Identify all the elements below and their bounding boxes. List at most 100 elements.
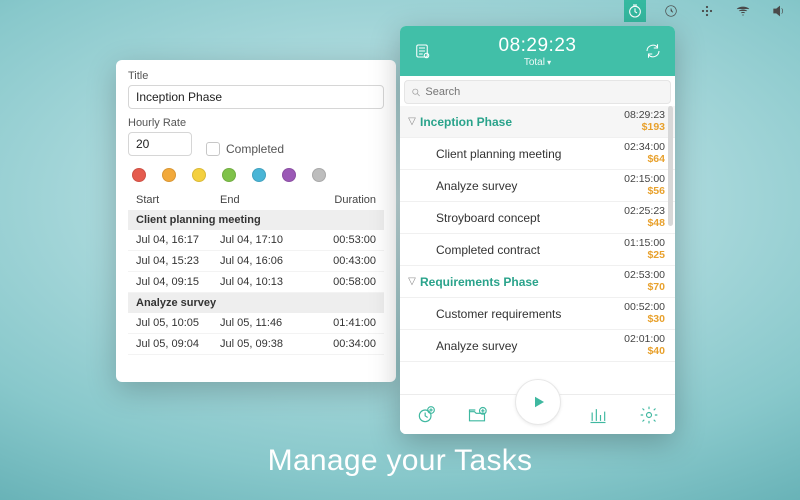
task-time: 00:52:00 <box>624 302 665 313</box>
session-list: Client planning meetingJul 04, 16:17Jul … <box>128 210 384 355</box>
session-duration: 00:53:00 <box>312 234 384 246</box>
task-row[interactable]: Analyze survey02:15:00$56 <box>400 170 675 202</box>
tasks-popover: 08:29:23 Total ▽Inception Phase08:29:23$… <box>400 26 675 434</box>
session-start: Jul 04, 09:15 <box>128 276 220 288</box>
session-row[interactable]: Jul 04, 15:23Jul 04, 16:0600:43:00 <box>128 251 384 272</box>
session-column-headers: Start End Duration <box>128 190 384 210</box>
task-amount: $25 <box>624 250 665 261</box>
task-amount: $48 <box>624 218 665 229</box>
session-end: Jul 04, 16:06 <box>220 255 312 267</box>
task-name: Analyze survey <box>418 339 624 353</box>
task-amount: $70 <box>624 282 665 293</box>
task-time: 02:34:00 <box>624 142 665 153</box>
session-group-header: Analyze survey <box>128 293 384 313</box>
menubar-wifi-icon[interactable] <box>732 0 754 22</box>
task-amount: $193 <box>624 122 665 133</box>
header-sync-button[interactable] <box>641 39 665 63</box>
color-swatch-row <box>128 168 384 182</box>
session-start: Jul 04, 16:17 <box>128 234 220 246</box>
popover-header: 08:29:23 Total <box>400 26 675 76</box>
chevron-down-icon: ▽ <box>406 276 418 287</box>
session-row[interactable]: Jul 04, 09:15Jul 04, 10:1300:58:00 <box>128 272 384 293</box>
task-row[interactable]: Customer requirements00:52:00$30 <box>400 298 675 330</box>
task-name: Analyze survey <box>418 179 624 193</box>
col-end: End <box>220 194 312 206</box>
task-amount: $40 <box>624 346 665 357</box>
task-time: 02:15:00 <box>624 174 665 185</box>
search-icon <box>411 87 421 98</box>
task-row[interactable]: Completed contract01:15:00$25 <box>400 234 675 266</box>
task-name: Completed contract <box>418 243 624 257</box>
task-time: 08:29:23 <box>624 110 665 121</box>
menubar <box>614 0 800 22</box>
col-start: Start <box>128 194 220 206</box>
screen-root: Title Hourly Rate Completed Start End Du… <box>0 0 800 500</box>
session-duration: 01:41:00 <box>312 317 384 329</box>
swatch-grey[interactable] <box>312 168 326 182</box>
task-row[interactable]: Analyze survey02:01:00$40 <box>400 330 675 362</box>
chevron-down-icon: ▽ <box>406 116 418 127</box>
session-duration: 00:58:00 <box>312 276 384 288</box>
session-end: Jul 05, 09:38 <box>220 338 312 350</box>
task-name: Client planning meeting <box>418 147 624 161</box>
task-amount: $30 <box>624 314 665 325</box>
reports-button[interactable] <box>584 401 612 429</box>
session-start: Jul 05, 09:04 <box>128 338 220 350</box>
swatch-green[interactable] <box>222 168 236 182</box>
task-row[interactable]: Stroyboard concept02:25:23$48 <box>400 202 675 234</box>
rate-input[interactable] <box>128 132 192 156</box>
search-input[interactable] <box>425 86 664 98</box>
search-bar[interactable] <box>404 80 671 104</box>
task-time: 02:01:00 <box>624 334 665 345</box>
session-duration: 00:34:00 <box>312 338 384 350</box>
completed-label: Completed <box>226 142 284 156</box>
header-notes-button[interactable] <box>410 39 434 63</box>
scrollbar-thumb[interactable] <box>668 106 673 226</box>
task-amount: $56 <box>624 186 665 197</box>
session-end: Jul 05, 11:46 <box>220 317 312 329</box>
session-group-header: Client planning meeting <box>128 210 384 230</box>
session-row[interactable]: Jul 05, 10:05Jul 05, 11:4601:41:00 <box>128 313 384 334</box>
menubar-recent-icon[interactable] <box>660 0 682 22</box>
session-row[interactable]: Jul 05, 09:04Jul 05, 09:3800:34:00 <box>128 334 384 355</box>
task-group-name: Requirements Phase <box>418 275 624 289</box>
header-timer: 08:29:23 <box>499 35 577 57</box>
session-row[interactable]: Jul 04, 16:17Jul 04, 17:1000:53:00 <box>128 230 384 251</box>
session-end: Jul 04, 17:10 <box>220 234 312 246</box>
task-time: 02:53:00 <box>624 270 665 281</box>
settings-button[interactable] <box>635 401 663 429</box>
swatch-orange[interactable] <box>162 168 176 182</box>
title-input[interactable] <box>128 85 384 109</box>
task-detail-panel: Title Hourly Rate Completed Start End Du… <box>116 60 396 382</box>
task-name: Stroyboard concept <box>418 211 624 225</box>
task-list: ▽Inception Phase08:29:23$193Client plann… <box>400 106 675 394</box>
add-timer-button[interactable] <box>412 401 440 429</box>
session-start: Jul 05, 10:05 <box>128 317 220 329</box>
play-button[interactable] <box>515 379 561 425</box>
col-duration: Duration <box>312 194 384 206</box>
task-group-row[interactable]: ▽Requirements Phase02:53:00$70 <box>400 266 675 298</box>
marketing-caption: Manage your Tasks <box>0 444 800 478</box>
task-time: 01:15:00 <box>624 238 665 249</box>
task-group-row[interactable]: ▽Inception Phase08:29:23$193 <box>400 106 675 138</box>
header-mode-dropdown[interactable]: Total <box>499 57 577 68</box>
menubar-timer-app-icon[interactable] <box>624 0 646 22</box>
completed-checkbox[interactable]: Completed <box>206 142 284 156</box>
rate-label: Hourly Rate <box>128 117 192 129</box>
task-row[interactable]: Client planning meeting02:34:00$64 <box>400 138 675 170</box>
task-group-name: Inception Phase <box>418 115 624 129</box>
swatch-cyan[interactable] <box>252 168 266 182</box>
task-name: Customer requirements <box>418 307 624 321</box>
title-label: Title <box>128 70 384 82</box>
popover-toolbar <box>400 394 675 434</box>
swatch-purple[interactable] <box>282 168 296 182</box>
menubar-volume-icon[interactable] <box>768 0 790 22</box>
session-duration: 00:43:00 <box>312 255 384 267</box>
session-end: Jul 04, 10:13 <box>220 276 312 288</box>
swatch-yellow[interactable] <box>192 168 206 182</box>
swatch-red[interactable] <box>132 168 146 182</box>
task-amount: $64 <box>624 154 665 165</box>
add-folder-button[interactable] <box>463 401 491 429</box>
checkbox-icon <box>206 142 220 156</box>
menubar-spotlight-icon[interactable] <box>696 0 718 22</box>
